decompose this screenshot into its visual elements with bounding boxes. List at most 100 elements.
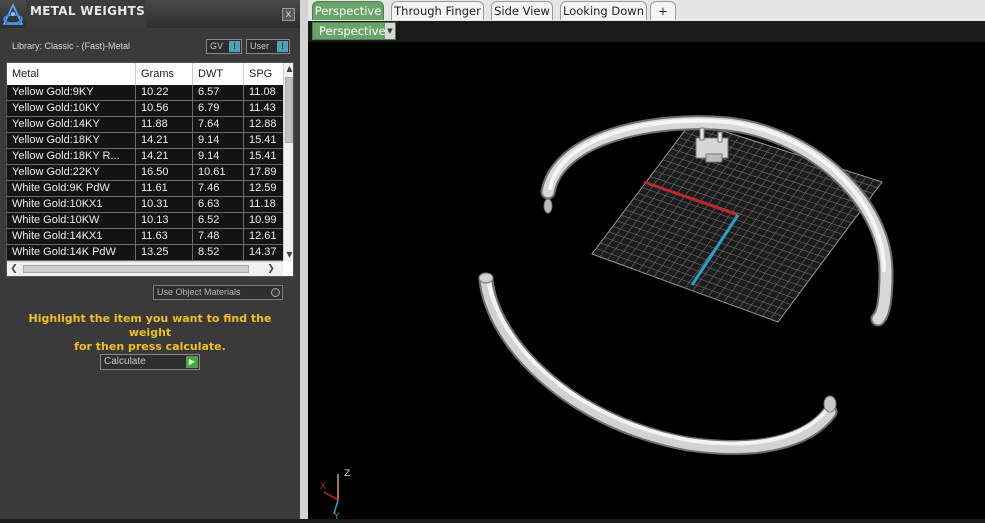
ring-end-cap xyxy=(823,395,837,413)
scene-canvas: Z X Y xyxy=(320,115,894,522)
view-select-dropdown[interactable]: Perspective ▼ xyxy=(312,22,396,40)
scroll-down-icon[interactable]: ▼ xyxy=(284,249,293,260)
cell-dwt: 6.52 xyxy=(193,213,244,229)
calculate-button[interactable]: Calculate ▶ xyxy=(100,354,200,370)
cell-spg: 12.88 xyxy=(249,118,277,130)
gv-toggle[interactable]: GV I xyxy=(206,39,242,54)
column-header-dwt[interactable]: DWT xyxy=(193,63,244,85)
cell-spg: 10.99 xyxy=(249,214,277,226)
cell-dwt: 7.46 xyxy=(193,181,244,197)
cell-dwt: 6.57 xyxy=(193,85,244,101)
table-row[interactable]: White Gold:9K PdW 11.61 7.46 12.59 xyxy=(7,181,283,197)
cell-grams: 10.56 xyxy=(136,101,193,117)
vertical-scroll-thumb[interactable] xyxy=(285,77,293,143)
table-row[interactable]: White Gold:10KX1 10.31 6.63 11.18 xyxy=(7,197,283,213)
view-tab-bar: Perspective Through Finger Side View Loo… xyxy=(308,0,985,22)
axis-z-label: Z xyxy=(344,469,350,479)
tab-perspective[interactable]: Perspective xyxy=(312,1,384,20)
vertical-scrollbar[interactable]: ▲ ▼ xyxy=(283,63,293,261)
cell-dwt: 6.79 xyxy=(193,101,244,117)
scroll-right-icon[interactable]: ❯ xyxy=(265,263,277,275)
table-row[interactable]: Yellow Gold:9KY 10.22 6.57 11.08 xyxy=(7,85,283,101)
tab-side-view[interactable]: Side View xyxy=(491,1,553,20)
user-toggle-label: User xyxy=(250,41,270,51)
table-row[interactable]: Yellow Gold:22KY 16.50 10.61 17.89 xyxy=(7,165,283,181)
cell-grams: 14.21 xyxy=(136,149,193,165)
cell-spg: 17.89 xyxy=(249,166,277,178)
cell-dwt: 7.64 xyxy=(193,117,244,133)
horizontal-scroll-thumb[interactable] xyxy=(23,265,249,273)
cell-grams: 16.50 xyxy=(136,165,193,181)
ground-grid xyxy=(591,120,883,323)
user-toggle-indicator: I xyxy=(277,41,288,52)
add-tab-button[interactable]: + xyxy=(650,1,676,20)
cell-spg: 15.41 xyxy=(249,134,277,146)
cell-dwt: 8.52 xyxy=(193,245,244,261)
instruction-line-2: for then press calculate. xyxy=(74,340,226,353)
3d-viewport[interactable]: Z X Y xyxy=(308,42,985,522)
table-rows: Yellow Gold:9KY 10.22 6.57 11.08 Yellow Gold… xyxy=(7,85,283,261)
cell-grams: 10.22 xyxy=(136,85,193,101)
cell-grams: 11.88 xyxy=(136,117,193,133)
play-icon: ▶ xyxy=(186,356,198,368)
cell-dwt: 10.61 xyxy=(193,165,244,181)
cell-dwt: 9.14 xyxy=(193,133,244,149)
table-row[interactable]: White Gold:14K PdW 13.25 8.52 14.37 xyxy=(7,245,283,261)
cell-grams: 14.21 xyxy=(136,133,193,149)
horizontal-scrollbar[interactable]: ❮ ❯ xyxy=(7,261,283,276)
chevron-down-icon: ▼ xyxy=(385,23,395,39)
table-header: Metal Grams DWT SPG xyxy=(7,63,283,86)
axis-y-label: Y xyxy=(333,512,340,519)
cell-spg: 11.08 xyxy=(249,86,276,98)
metal-weights-panel: METAL WEIGHTS x Library: Classic - (Fast… xyxy=(0,0,300,519)
use-object-materials-label: Use Object Materials xyxy=(157,287,241,297)
cell-metal: White Gold:14K PdW xyxy=(7,245,136,261)
cell-spg: 12.59 xyxy=(249,182,277,194)
panel-title-bar: METAL WEIGHTS x xyxy=(0,0,300,28)
app-logo-icon xyxy=(2,3,24,25)
table-row[interactable]: Yellow Gold:14KY 11.88 7.64 12.88 xyxy=(7,117,283,133)
tab-looking-down[interactable]: Looking Down xyxy=(560,1,647,20)
ring-end-cap xyxy=(543,198,553,214)
library-label: Library: Classic - (Fast)-Metal xyxy=(12,41,131,51)
radio-icon[interactable] xyxy=(271,288,280,297)
tab-through-finger[interactable]: Through Finger xyxy=(391,1,484,20)
cell-metal: White Gold:14KX1 xyxy=(7,229,136,245)
column-header-grams[interactable]: Grams xyxy=(136,63,193,85)
view-select-value: Perspective xyxy=(319,24,386,38)
column-header-metal[interactable]: Metal xyxy=(7,63,136,85)
panel-title: METAL WEIGHTS xyxy=(30,4,146,18)
cell-spg: 12.61 xyxy=(249,230,277,242)
table-row[interactable]: White Gold:10KW 10.13 6.52 10.99 xyxy=(7,213,283,229)
cell-metal: Yellow Gold:18KY R... xyxy=(7,149,136,165)
instruction-line-1: Highlight the item you want to find the … xyxy=(28,312,272,339)
table-row[interactable]: White Gold:14KX1 11.63 7.48 12.61 xyxy=(7,229,283,245)
viewport-toolbar: Perspective ▼ xyxy=(308,21,985,42)
scroll-up-icon[interactable]: ▲ xyxy=(284,63,293,74)
scroll-left-icon[interactable]: ❮ xyxy=(8,263,20,275)
cell-metal: Yellow Gold:10KY xyxy=(7,101,136,117)
cell-grams: 13.25 xyxy=(136,245,193,261)
table-row[interactable]: Yellow Gold:18KY R... 14.21 9.14 15.41 xyxy=(7,149,283,165)
cell-metal: White Gold:9K PdW xyxy=(7,181,136,197)
use-object-materials-option[interactable]: Use Object Materials xyxy=(153,285,283,300)
close-button[interactable]: x xyxy=(282,8,295,21)
gv-toggle-label: GV xyxy=(210,41,224,51)
axis-x-label: X xyxy=(320,482,326,492)
cell-dwt: 6.63 xyxy=(193,197,244,213)
cell-metal: Yellow Gold:18KY xyxy=(7,133,136,149)
table-row[interactable]: Yellow Gold:18KY 14.21 9.14 15.41 xyxy=(7,133,283,149)
column-header-spg[interactable]: SPG xyxy=(244,63,283,85)
table-row[interactable]: Yellow Gold:10KY 10.56 6.79 11.43 xyxy=(7,101,283,117)
cell-dwt: 9.14 xyxy=(193,149,244,165)
cell-dwt: 7.48 xyxy=(193,229,244,245)
user-toggle[interactable]: User I xyxy=(246,39,290,54)
close-icon: x xyxy=(285,9,292,20)
instruction-text: Highlight the item you want to find the … xyxy=(10,312,290,354)
cell-grams: 11.61 xyxy=(136,181,193,197)
cell-grams: 10.31 xyxy=(136,197,193,213)
cell-grams: 10.13 xyxy=(136,213,193,229)
panel-divider[interactable] xyxy=(300,0,308,519)
ring-end-cap xyxy=(478,272,494,284)
axis-gizmo: Z X Y xyxy=(320,469,350,522)
